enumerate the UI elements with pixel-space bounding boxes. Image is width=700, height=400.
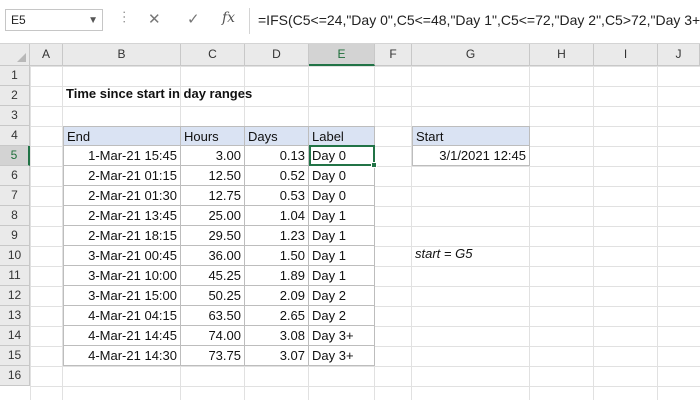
table-cell-days[interactable]: 0.53 xyxy=(245,186,309,206)
table-cell-end[interactable]: 4-Mar-21 14:45 xyxy=(63,326,181,346)
column-header-h[interactable]: H xyxy=(530,44,594,66)
table-cell-label[interactable]: Day 1 xyxy=(309,226,375,246)
table-cell-label[interactable]: Day 1 xyxy=(309,246,375,266)
table-cell-days[interactable]: 1.50 xyxy=(245,246,309,266)
row-header-4[interactable]: 4 xyxy=(0,126,30,146)
table-cell-days[interactable]: 0.13 xyxy=(245,146,309,166)
row-header-12[interactable]: 12 xyxy=(0,286,30,306)
row-header-10[interactable]: 10 xyxy=(0,246,30,266)
table-cell-days[interactable]: 3.07 xyxy=(245,346,309,366)
insert-function-button[interactable]: fx xyxy=(222,10,235,26)
table-cell-label[interactable]: Day 0 xyxy=(309,166,375,186)
table-cell-hours[interactable]: 36.00 xyxy=(181,246,245,266)
table-cell-end[interactable]: 2-Mar-21 18:15 xyxy=(63,226,181,246)
column-header-b[interactable]: B xyxy=(63,44,181,66)
row-header-15[interactable]: 15 xyxy=(0,346,30,366)
cancel-icon[interactable]: ✕ xyxy=(148,10,161,28)
row-header-14[interactable]: 14 xyxy=(0,326,30,346)
table-header-label[interactable]: Label xyxy=(309,126,375,146)
column-header-f[interactable]: F xyxy=(375,44,412,66)
row-header-13[interactable]: 13 xyxy=(0,306,30,326)
column-header-j[interactable]: J xyxy=(658,44,700,66)
table-cell-hours[interactable]: 12.50 xyxy=(181,166,245,186)
fill-handle[interactable] xyxy=(371,162,377,168)
table-cell-label[interactable]: Day 1 xyxy=(309,266,375,286)
table-header-end[interactable]: End xyxy=(63,126,181,146)
name-box-value: E5 xyxy=(11,13,26,27)
table-cell-days[interactable]: 2.65 xyxy=(245,306,309,326)
start-value-cell[interactable]: 3/1/2021 12:45 xyxy=(412,146,530,166)
enter-icon[interactable]: ✓ xyxy=(187,10,200,28)
table-header-hours[interactable]: Hours xyxy=(181,126,245,146)
formula-bar-divider xyxy=(249,8,250,34)
table-cell-end[interactable]: 3-Mar-21 10:00 xyxy=(63,266,181,286)
select-all-button[interactable] xyxy=(0,44,30,66)
table-cell-days[interactable]: 2.09 xyxy=(245,286,309,306)
row-header-16[interactable]: 16 xyxy=(0,366,30,386)
table-cell-hours[interactable]: 25.00 xyxy=(181,206,245,226)
row-header-2[interactable]: 2 xyxy=(0,86,30,106)
row-header-6[interactable]: 6 xyxy=(0,166,30,186)
table-cell-days[interactable]: 1.89 xyxy=(245,266,309,286)
name-box[interactable]: E5 ▼ xyxy=(5,9,103,31)
table-cell-hours[interactable]: 29.50 xyxy=(181,226,245,246)
column-header-d[interactable]: D xyxy=(245,44,309,66)
row-header-5[interactable]: 5 xyxy=(0,146,30,166)
sheet-title[interactable]: Time since start in day ranges xyxy=(66,86,252,101)
table-cell-hours[interactable]: 50.25 xyxy=(181,286,245,306)
table-cell-hours[interactable]: 73.75 xyxy=(181,346,245,366)
row-header-7[interactable]: 7 xyxy=(0,186,30,206)
row-header-8[interactable]: 8 xyxy=(0,206,30,226)
table-cell-hours[interactable]: 45.25 xyxy=(181,266,245,286)
active-cell-selection[interactable] xyxy=(309,145,375,166)
gridline xyxy=(657,66,658,400)
table-cell-hours[interactable]: 63.50 xyxy=(181,306,245,326)
column-header-a[interactable]: A xyxy=(30,44,63,66)
row-header-11[interactable]: 11 xyxy=(0,266,30,286)
table-cell-end[interactable]: 4-Mar-21 14:30 xyxy=(63,346,181,366)
named-range-note[interactable]: start = G5 xyxy=(415,246,472,261)
table-cell-days[interactable]: 3.08 xyxy=(245,326,309,346)
gridline xyxy=(411,66,412,400)
table-cell-end[interactable]: 1-Mar-21 15:45 xyxy=(63,146,181,166)
chevron-down-icon[interactable]: ▼ xyxy=(88,11,98,31)
table-cell-end[interactable]: 2-Mar-21 13:45 xyxy=(63,206,181,226)
row-header-9[interactable]: 9 xyxy=(0,226,30,246)
column-header-e[interactable]: E xyxy=(309,44,375,66)
table-cell-days[interactable]: 1.23 xyxy=(245,226,309,246)
table-cell-label[interactable]: Day 2 xyxy=(309,306,375,326)
column-header-c[interactable]: C xyxy=(181,44,245,66)
select-all-icon xyxy=(17,53,26,62)
table-cell-end[interactable]: 4-Mar-21 04:15 xyxy=(63,306,181,326)
table-cell-label[interactable]: Day 0 xyxy=(309,186,375,206)
table-cell-end[interactable]: 2-Mar-21 01:30 xyxy=(63,186,181,206)
gridline xyxy=(529,66,530,400)
table-cell-end[interactable]: 3-Mar-21 00:45 xyxy=(63,246,181,266)
row-header-3[interactable]: 3 xyxy=(0,106,30,126)
formula-input[interactable]: =IFS(C5<=24,"Day 0",C5<=48,"Day 1",C5<=7… xyxy=(258,12,700,28)
table-cell-hours[interactable]: 12.75 xyxy=(181,186,245,206)
table-cell-days[interactable]: 0.52 xyxy=(245,166,309,186)
formula-bar: E5 ▼ ⋯ ✕ ✓ fx =IFS(C5<=24,"Day 0",C5<=48… xyxy=(0,0,700,44)
more-options-icon[interactable]: ⋯ xyxy=(116,10,133,23)
table-cell-end[interactable]: 2-Mar-21 01:15 xyxy=(63,166,181,186)
table-cell-label[interactable]: Day 3+ xyxy=(309,326,375,346)
gridline xyxy=(593,66,594,400)
table-cell-days[interactable]: 1.04 xyxy=(245,206,309,226)
column-header-g[interactable]: G xyxy=(412,44,530,66)
row-header-1[interactable]: 1 xyxy=(0,66,30,86)
table-cell-hours[interactable]: 74.00 xyxy=(181,326,245,346)
start-header-cell[interactable]: Start xyxy=(412,126,530,146)
table-cell-end[interactable]: 3-Mar-21 15:00 xyxy=(63,286,181,306)
table-header-days[interactable]: Days xyxy=(245,126,309,146)
table-cell-label[interactable]: Day 3+ xyxy=(309,346,375,366)
table-cell-label[interactable]: Day 2 xyxy=(309,286,375,306)
table-cell-label[interactable]: Day 1 xyxy=(309,206,375,226)
table-cell-hours[interactable]: 3.00 xyxy=(181,146,245,166)
column-header-i[interactable]: I xyxy=(594,44,658,66)
